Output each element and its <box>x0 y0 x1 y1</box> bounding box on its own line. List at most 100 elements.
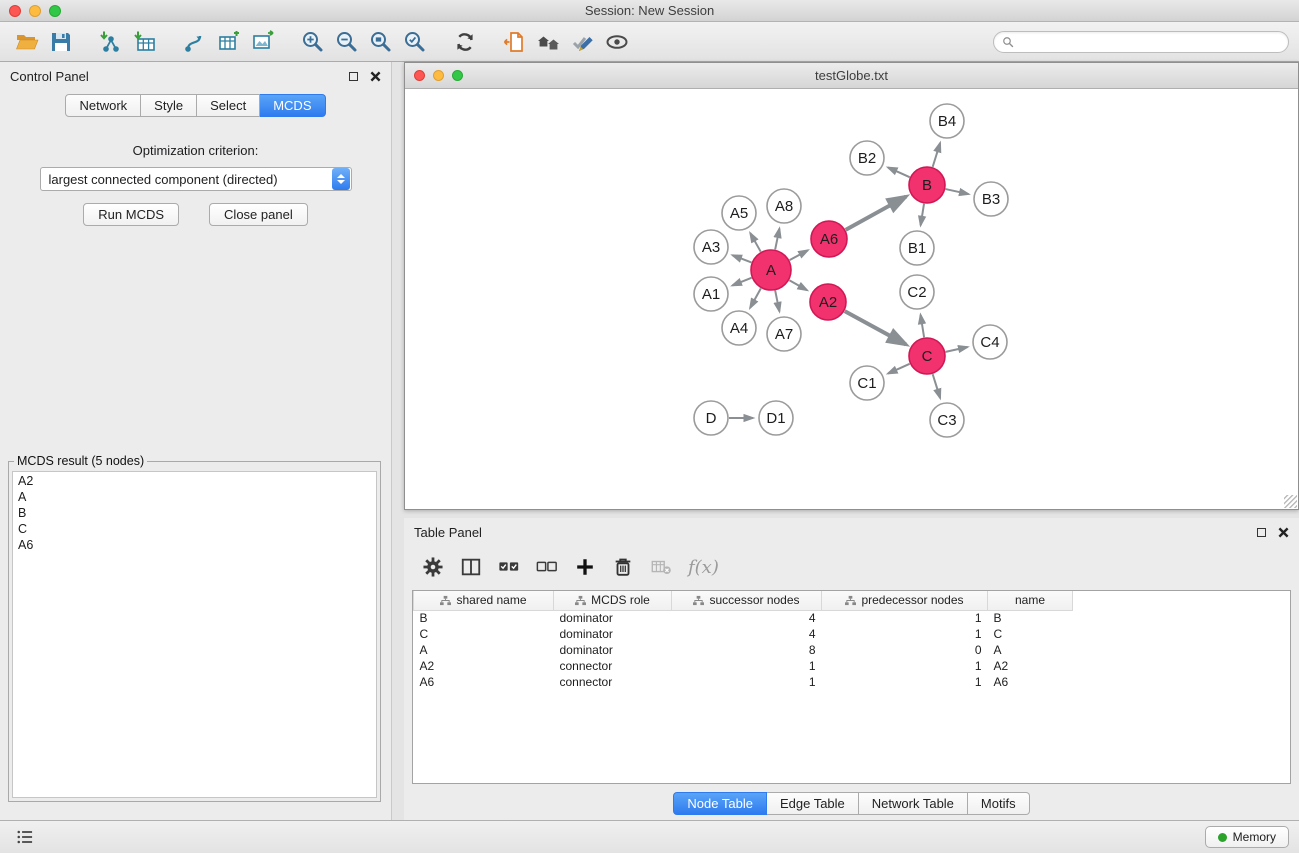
zoom-selected-button[interactable] <box>398 26 432 58</box>
tab-style[interactable]: Style <box>141 94 197 117</box>
window-resize-grip[interactable] <box>1284 495 1297 508</box>
network-node-A2[interactable]: A2 <box>810 284 846 320</box>
column-header-shared-name[interactable]: shared name <box>414 591 554 610</box>
network-node-A6[interactable]: A6 <box>811 221 847 257</box>
show-log-button[interactable] <box>10 822 40 852</box>
optimization-criterion-select[interactable]: largest connected component (directed) <box>40 167 352 191</box>
network-node-B4[interactable]: B4 <box>930 104 964 138</box>
show-hide-button[interactable] <box>600 26 634 58</box>
result-item[interactable]: A2 <box>13 473 376 489</box>
table-close-panel-icon[interactable] <box>1278 527 1289 538</box>
network-node-A8[interactable]: A8 <box>767 189 801 223</box>
network-edge[interactable] <box>732 255 751 262</box>
network-node-B[interactable]: B <box>909 167 945 203</box>
memory-button[interactable]: Memory <box>1205 826 1289 848</box>
tab-select[interactable]: Select <box>197 94 260 117</box>
network-close-button[interactable] <box>414 70 425 81</box>
export-image-button[interactable] <box>246 26 280 58</box>
search-field[interactable] <box>993 31 1289 53</box>
column-header-mcds-role[interactable]: MCDS role <box>554 591 672 610</box>
delete-column-button[interactable] <box>608 552 638 582</box>
annotation-button[interactable] <box>498 26 532 58</box>
network-graph[interactable]: AA1A2A3A4A5A6A7A8BB1B2B3B4CC1C2C3C4DD1 <box>405 89 1297 509</box>
run-mcds-button[interactable]: Run MCDS <box>83 203 179 226</box>
table-row[interactable]: Adominator80A <box>414 642 1291 658</box>
column-header-successor-nodes[interactable]: successor nodes <box>672 591 822 610</box>
select-all-button[interactable] <box>494 552 524 582</box>
network-node-C4[interactable]: C4 <box>973 325 1007 359</box>
tab-network-table[interactable]: Network Table <box>859 792 968 815</box>
import-table-button[interactable] <box>128 26 162 58</box>
result-item[interactable]: B <box>13 505 376 521</box>
network-edge[interactable] <box>888 364 910 374</box>
new-network-button[interactable] <box>178 26 212 58</box>
network-edge[interactable] <box>946 189 969 194</box>
network-edge[interactable] <box>888 167 910 177</box>
network-node-B1[interactable]: B1 <box>900 231 934 265</box>
network-edge[interactable] <box>732 278 751 286</box>
network-node-A1[interactable]: A1 <box>694 277 728 311</box>
network-node-B3[interactable]: B3 <box>974 182 1008 216</box>
result-item[interactable]: C <box>13 521 376 537</box>
zoom-fit-button[interactable] <box>364 26 398 58</box>
network-node-A5[interactable]: A5 <box>722 196 756 230</box>
mcds-result-list[interactable]: A2ABCA6 <box>12 471 377 798</box>
tab-node-table[interactable]: Node Table <box>673 792 767 815</box>
network-edge[interactable] <box>750 233 760 252</box>
deselect-all-button[interactable] <box>532 552 562 582</box>
validate-style-button[interactable] <box>566 26 600 58</box>
table-row[interactable]: A2connector11A2 <box>414 658 1291 674</box>
network-node-C3[interactable]: C3 <box>930 403 964 437</box>
new-table-button[interactable] <box>212 26 246 58</box>
tab-network[interactable]: Network <box>65 94 141 117</box>
network-edge[interactable] <box>933 143 940 167</box>
close-panel-icon[interactable] <box>370 71 381 82</box>
show-columns-button[interactable] <box>456 552 486 582</box>
table-row[interactable]: A6connector11A6 <box>414 674 1291 690</box>
result-item[interactable]: A <box>13 489 376 505</box>
network-minimize-button[interactable] <box>433 70 444 81</box>
home-view-button[interactable] <box>532 26 566 58</box>
refresh-button[interactable] <box>448 26 482 58</box>
network-edge[interactable] <box>845 311 906 344</box>
network-edge[interactable] <box>775 291 779 312</box>
save-session-button[interactable] <box>44 26 78 58</box>
table-float-panel-icon[interactable] <box>1257 528 1266 537</box>
network-edge[interactable] <box>921 315 925 338</box>
network-canvas[interactable]: AA1A2A3A4A5A6A7A8BB1B2B3B4CC1C2C3C4DD1 <box>405 89 1298 509</box>
node-table[interactable]: shared name MCDS role successor nodes <box>412 590 1291 784</box>
network-node-A4[interactable]: A4 <box>722 311 756 345</box>
network-edge[interactable] <box>750 288 761 307</box>
network-zoom-button[interactable] <box>452 70 463 81</box>
import-network-button[interactable] <box>94 26 128 58</box>
open-file-button[interactable] <box>10 26 44 58</box>
network-edge[interactable] <box>921 204 924 226</box>
network-edge[interactable] <box>933 374 940 398</box>
add-column-button[interactable] <box>570 552 600 582</box>
network-node-A3[interactable]: A3 <box>694 230 728 264</box>
table-row[interactable]: Bdominator41B <box>414 610 1291 626</box>
zoom-out-button[interactable] <box>330 26 364 58</box>
network-node-B2[interactable]: B2 <box>850 141 884 175</box>
network-node-A[interactable]: A <box>751 250 791 290</box>
function-builder-button[interactable]: f(x) <box>684 557 719 578</box>
network-edge[interactable] <box>789 280 807 290</box>
network-node-C2[interactable]: C2 <box>900 275 934 309</box>
tab-edge-table[interactable]: Edge Table <box>767 792 859 815</box>
delete-table-button[interactable] <box>646 552 676 582</box>
network-node-A7[interactable]: A7 <box>767 317 801 351</box>
zoom-in-button[interactable] <box>296 26 330 58</box>
column-header-name[interactable]: name <box>988 591 1073 610</box>
close-panel-button[interactable]: Close panel <box>209 203 308 226</box>
network-node-C[interactable]: C <box>909 338 945 374</box>
minimize-window-button[interactable] <box>29 5 41 17</box>
tab-mcds[interactable]: MCDS <box>260 94 325 117</box>
zoom-window-button[interactable] <box>49 5 61 17</box>
table-row[interactable]: Cdominator41C <box>414 626 1291 642</box>
network-node-C1[interactable]: C1 <box>850 366 884 400</box>
network-edge[interactable] <box>946 347 968 352</box>
network-edge[interactable] <box>790 250 808 260</box>
network-node-D1[interactable]: D1 <box>759 401 793 435</box>
search-input[interactable] <box>1019 35 1280 49</box>
network-edge[interactable] <box>846 197 906 230</box>
